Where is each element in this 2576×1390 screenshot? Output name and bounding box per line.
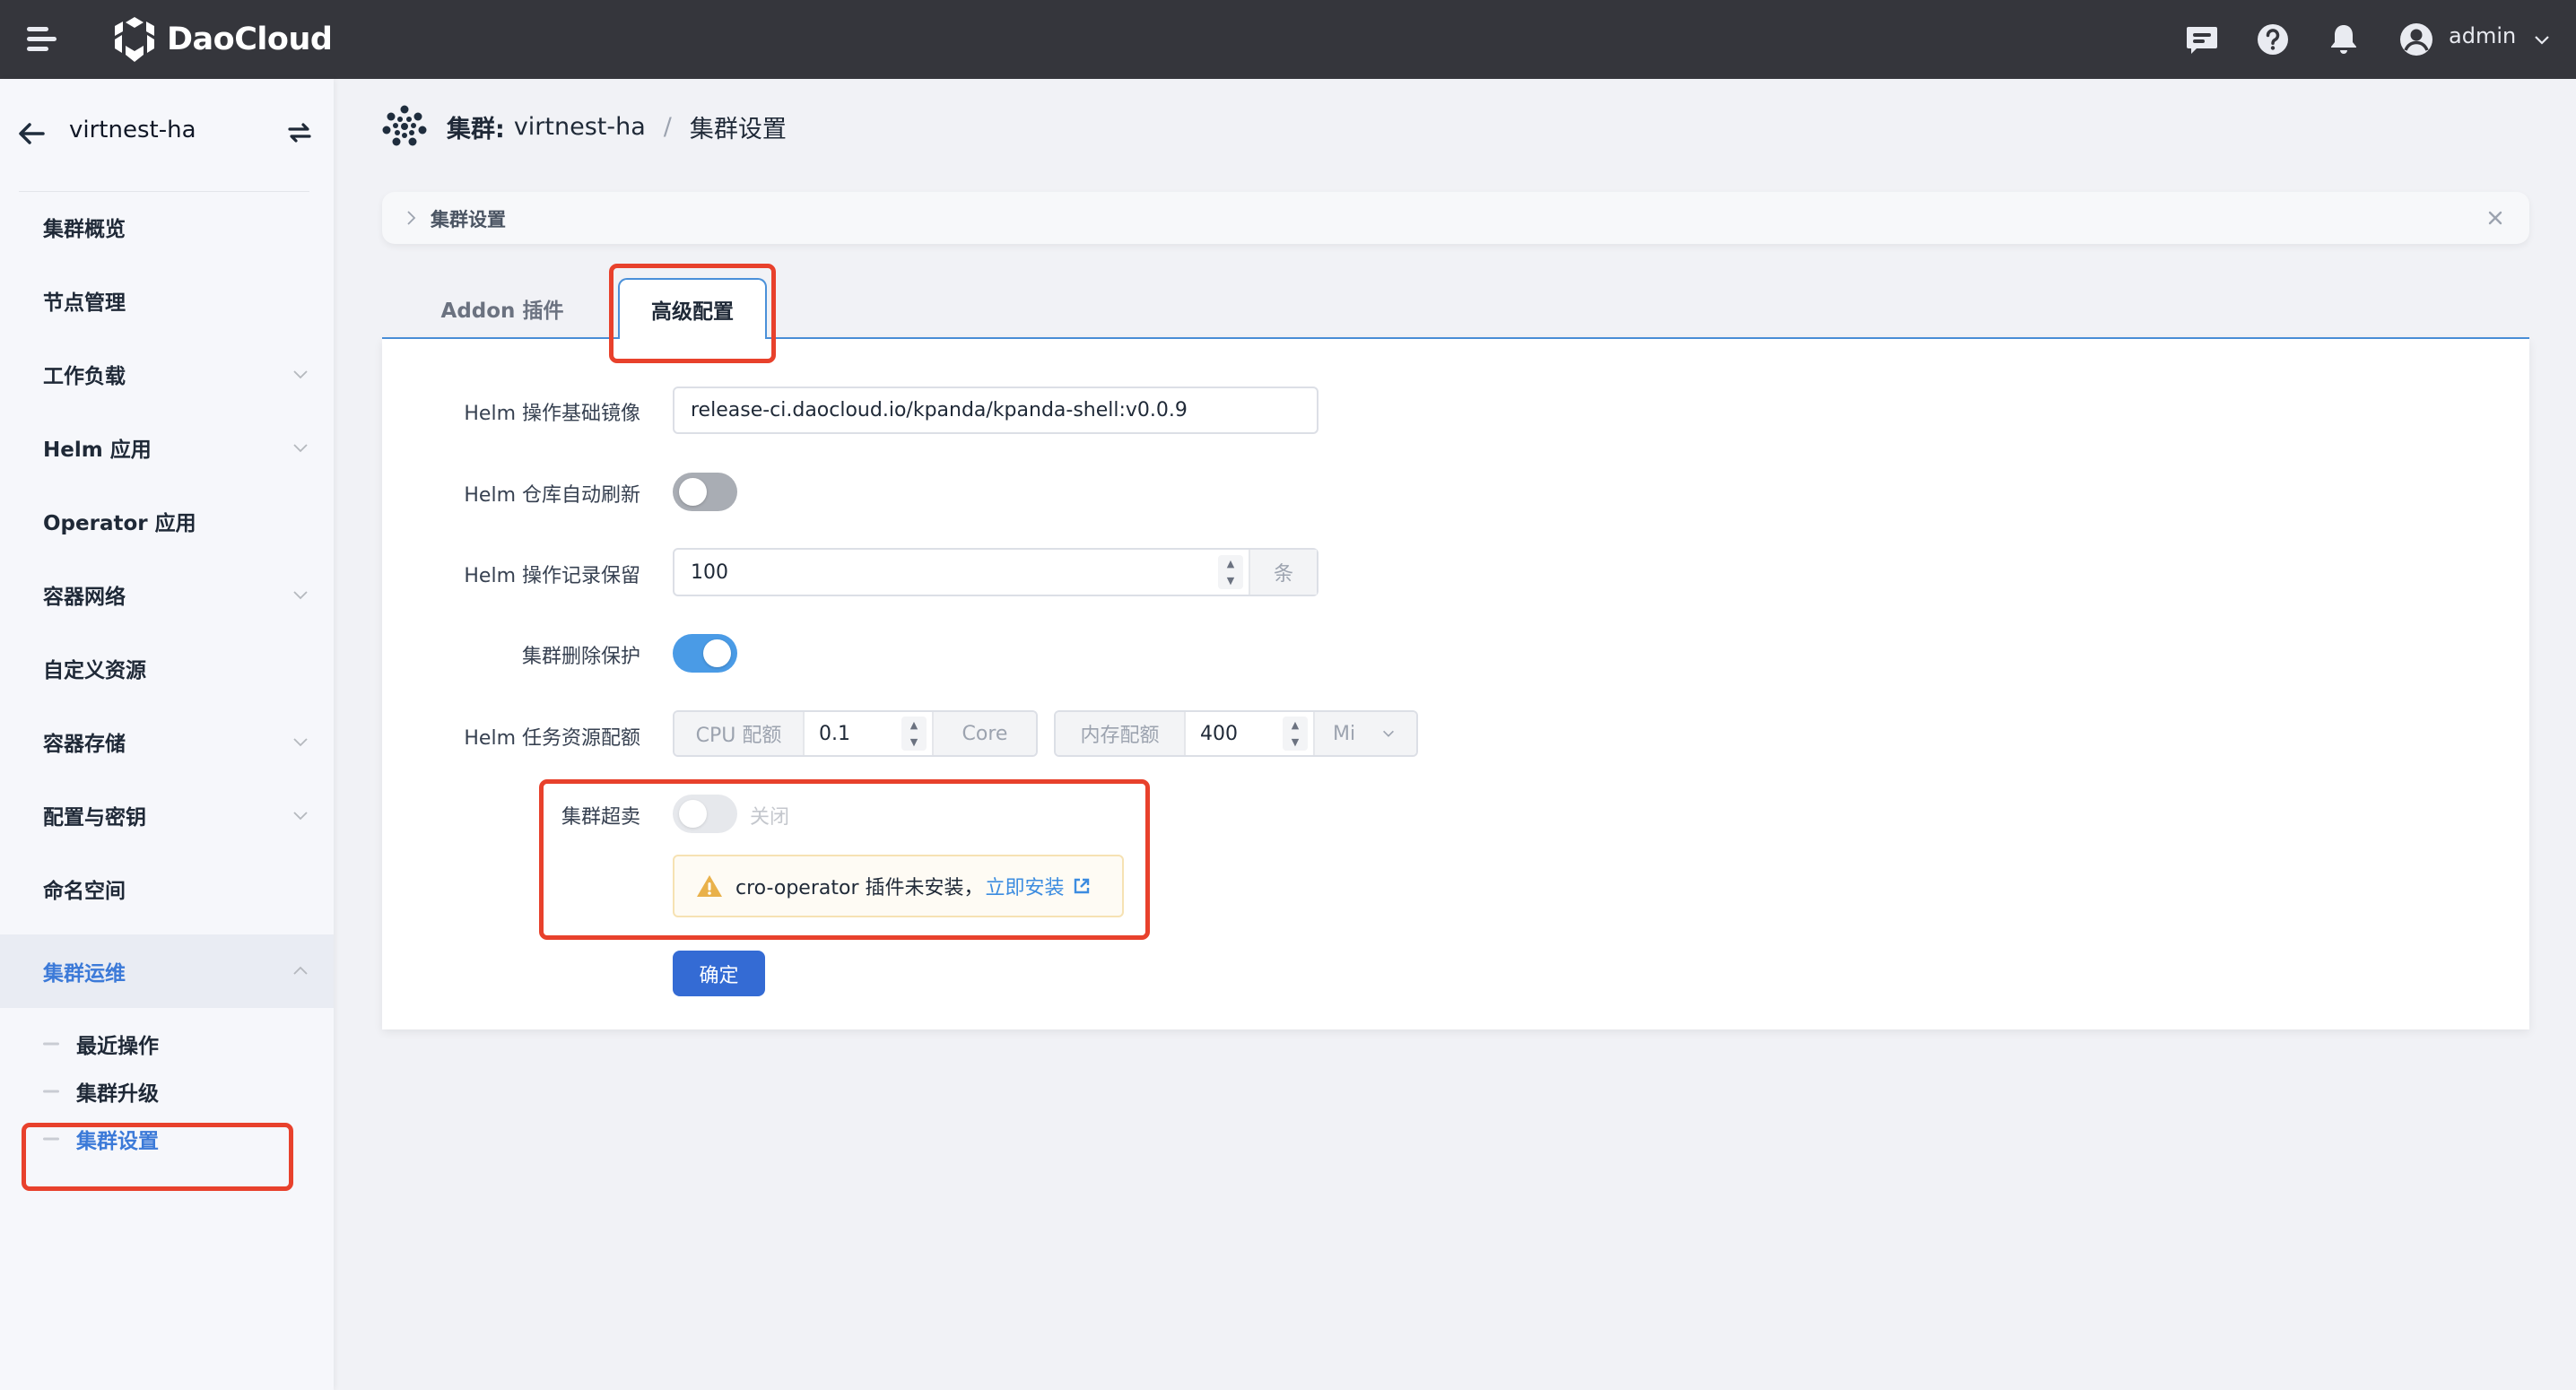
history-label: Helm 操作记录保留 bbox=[464, 565, 640, 587]
delete-protection-toggle[interactable] bbox=[673, 634, 737, 673]
sidebar-subitem-cluster-settings[interactable]: 集群设置 bbox=[0, 1114, 334, 1164]
increment-icon[interactable]: ▲ bbox=[1283, 717, 1308, 734]
sidebar: virtnest-ha 集群概览 节点管理 工作负载 Helm 应用 Opera… bbox=[0, 79, 334, 1390]
tab-addon-plugins[interactable]: Addon 插件 bbox=[422, 278, 583, 339]
breadcrumb-current: 集群设置 bbox=[689, 115, 787, 143]
confirm-button[interactable]: 确定 bbox=[673, 951, 765, 996]
chevron-down-icon bbox=[293, 738, 308, 747]
warning-icon bbox=[697, 875, 722, 897]
sidebar-item-cluster-overview[interactable]: 集群概览 bbox=[0, 190, 334, 264]
user-avatar-icon[interactable] bbox=[2397, 20, 2436, 59]
base-image-label: Helm 操作基础镜像 bbox=[464, 403, 640, 425]
bell-icon[interactable] bbox=[2324, 20, 2363, 59]
back-arrow-icon[interactable] bbox=[16, 118, 47, 149]
help-icon[interactable] bbox=[2253, 20, 2293, 59]
chevron-down-icon bbox=[293, 444, 308, 453]
decrement-icon[interactable]: ▼ bbox=[1283, 734, 1308, 751]
breadcrumb-cluster[interactable]: virtnest-ha bbox=[514, 113, 646, 141]
memory-stepper[interactable]: ▲ ▼ bbox=[1283, 717, 1308, 751]
memory-quota-label: 内存配额 bbox=[1056, 712, 1186, 755]
cpu-quota-label: CPU 配额 bbox=[674, 712, 805, 755]
delete-protection-label: 集群删除保护 bbox=[521, 646, 640, 668]
history-stepper[interactable]: ▲ ▼ bbox=[1218, 555, 1243, 589]
dash-marker bbox=[43, 1090, 59, 1093]
tab-advanced-config[interactable]: 高级配置 bbox=[618, 278, 767, 339]
memory-quota-group: 内存配额 400 ▲ ▼ Mi bbox=[1054, 710, 1418, 757]
sidebar-item-operator-apps[interactable]: Operator 应用 bbox=[0, 484, 334, 558]
daocloud-logo-icon bbox=[115, 17, 154, 62]
sidebar-item-namespaces[interactable]: 命名空间 bbox=[0, 852, 334, 925]
settings-card bbox=[382, 339, 2529, 1029]
sidebar-item-container-network[interactable]: 容器网络 bbox=[0, 558, 334, 631]
decrement-icon[interactable]: ▼ bbox=[901, 734, 927, 751]
switch-cluster-icon[interactable] bbox=[285, 118, 314, 147]
sidebar-subitem-cluster-upgrade[interactable]: 集群升级 bbox=[0, 1066, 334, 1116]
brand-logo[interactable]: DaoCloud bbox=[111, 14, 333, 65]
message-icon[interactable] bbox=[2182, 20, 2222, 59]
cpu-quota-group: CPU 配额 0.1 ▲ ▼ Core bbox=[673, 710, 1038, 757]
breadcrumb: 集群: virtnest-ha / 集群设置 bbox=[382, 104, 787, 149]
sidebar-item-custom-resources[interactable]: 自定义资源 bbox=[0, 631, 334, 705]
cluster-icon bbox=[382, 105, 427, 146]
dash-marker bbox=[43, 1137, 59, 1141]
overcommit-warning-alert: cro-operator 插件未安装， 立即安装 bbox=[673, 855, 1124, 917]
sidebar-cluster-header: virtnest-ha bbox=[0, 79, 334, 190]
breadcrumb-separator: / bbox=[663, 112, 672, 141]
memory-unit-select[interactable]: Mi bbox=[1313, 712, 1416, 755]
warning-text: cro-operator 插件未安装， bbox=[735, 877, 984, 899]
chevron-down-icon[interactable] bbox=[2531, 29, 2553, 50]
increment-icon[interactable]: ▲ bbox=[901, 717, 927, 734]
decrement-icon[interactable]: ▼ bbox=[1218, 572, 1243, 589]
cpu-stepper[interactable]: ▲ ▼ bbox=[901, 717, 927, 751]
resources-label: Helm 任务资源配额 bbox=[464, 727, 640, 750]
auto-refresh-label: Helm 仓库自动刷新 bbox=[464, 484, 640, 507]
collapse-panel-title: 集群设置 bbox=[431, 209, 506, 230]
sidebar-item-config-secrets[interactable]: 配置与密钥 bbox=[0, 778, 334, 852]
chevron-up-icon bbox=[293, 966, 308, 975]
sidebar-item-workloads[interactable]: 工作负载 bbox=[0, 337, 334, 411]
memory-quota-input[interactable]: 400 ▲ ▼ bbox=[1186, 712, 1313, 755]
top-header: DaoCloud admin bbox=[0, 0, 2576, 79]
chevron-down-icon bbox=[293, 812, 308, 821]
cpu-unit: Core bbox=[932, 712, 1036, 755]
base-image-input[interactable]: release-ci.daocloud.io/kpanda/kpanda-she… bbox=[673, 387, 1318, 434]
chevron-right-icon bbox=[407, 211, 416, 225]
auto-refresh-toggle[interactable] bbox=[673, 473, 737, 511]
sidebar-item-container-storage[interactable]: 容器存储 bbox=[0, 705, 334, 778]
overcommit-toggle[interactable] bbox=[673, 795, 737, 833]
chevron-down-icon bbox=[1383, 730, 1394, 737]
sidebar-item-node-management[interactable]: 节点管理 bbox=[0, 264, 334, 337]
history-unit: 条 bbox=[1249, 550, 1317, 595]
close-icon[interactable] bbox=[2483, 205, 2508, 230]
brand-name: DaoCloud bbox=[167, 22, 333, 57]
sidebar-subitem-recent-operations[interactable]: 最近操作 bbox=[0, 1019, 334, 1069]
sidebar-item-cluster-ops[interactable]: 集群运维 bbox=[0, 934, 334, 1008]
menu-icon[interactable] bbox=[27, 26, 57, 53]
chevron-down-icon bbox=[293, 370, 308, 379]
increment-icon[interactable]: ▲ bbox=[1218, 555, 1243, 572]
breadcrumb-key: 集群: bbox=[447, 115, 505, 143]
sidebar-cluster-name: virtnest-ha bbox=[69, 117, 196, 143]
install-now-link[interactable]: 立即安装 bbox=[985, 872, 1091, 900]
user-name[interactable]: admin bbox=[2449, 23, 2516, 48]
history-retention-input[interactable]: 100 ▲ ▼ 条 bbox=[673, 548, 1318, 596]
collapse-panel-header[interactable]: 集群设置 bbox=[382, 192, 2529, 244]
sidebar-item-helm-apps[interactable]: Helm 应用 bbox=[0, 411, 334, 484]
overcommit-label: 集群超卖 bbox=[561, 806, 640, 829]
overcommit-status: 关闭 bbox=[750, 806, 790, 829]
external-link-icon bbox=[1074, 878, 1089, 894]
chevron-down-icon bbox=[293, 591, 308, 600]
dash-marker bbox=[43, 1042, 59, 1046]
cpu-quota-input[interactable]: 0.1 ▲ ▼ bbox=[805, 712, 932, 755]
